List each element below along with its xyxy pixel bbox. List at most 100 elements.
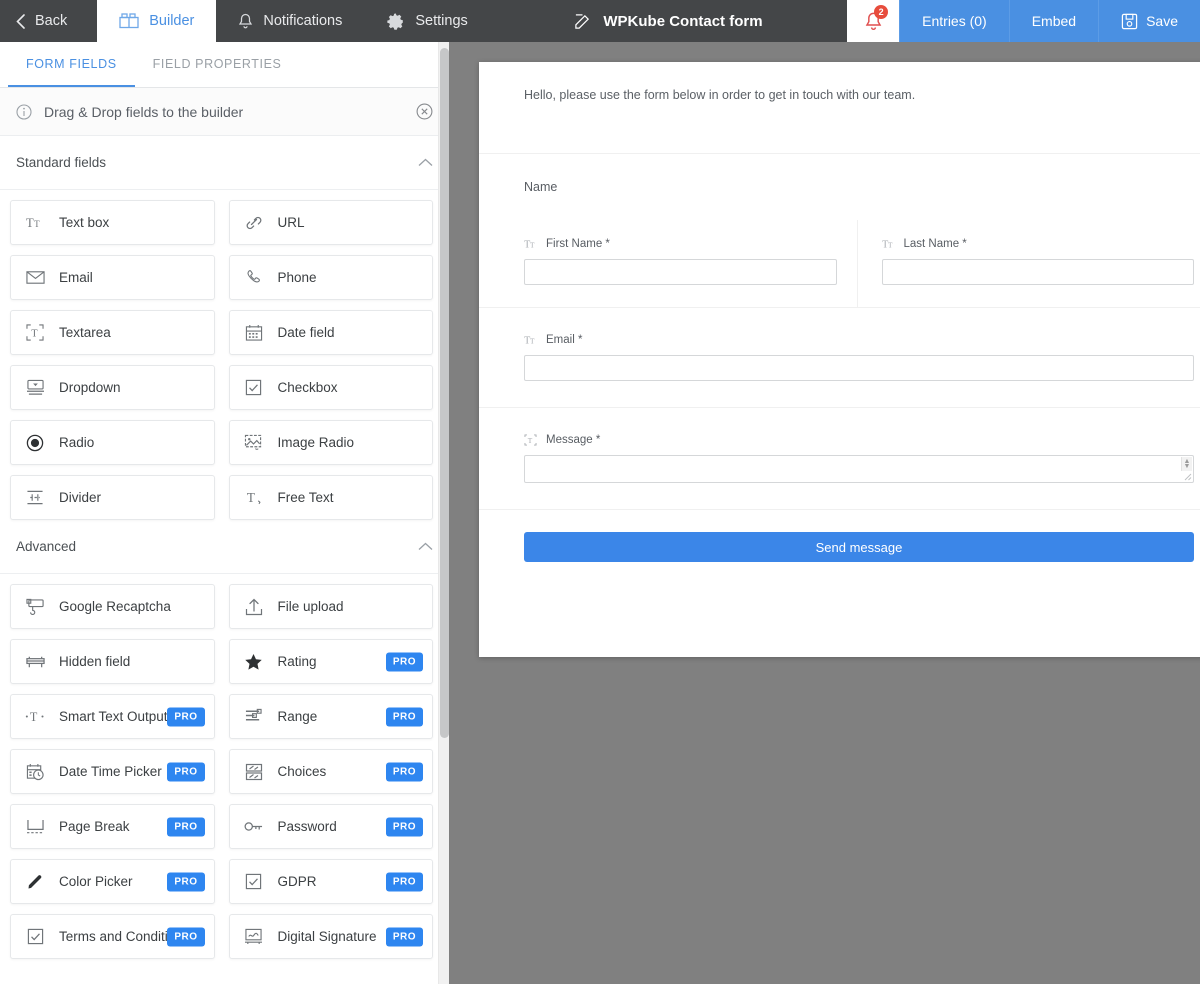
tab-form-fields[interactable]: FORM FIELDS — [8, 42, 135, 87]
field-card-choices[interactable]: Choices PRO — [228, 749, 433, 794]
svg-text:T: T — [888, 240, 893, 249]
textarea-spinner-icon[interactable]: ▲ ▼ — [1181, 457, 1192, 471]
field-card-terms-and-conditions[interactable]: Terms and Conditions PRO — [10, 914, 215, 959]
field-card-dropdown[interactable]: Dropdown — [10, 365, 215, 410]
svg-text:T: T — [246, 490, 254, 505]
sidebar-scrollbar[interactable] — [438, 42, 449, 984]
field-card-hidden-field[interactable]: Hidden field — [10, 639, 215, 684]
field-card-label: Textarea — [59, 325, 111, 340]
tab-field-properties[interactable]: FIELD PROPERTIES — [135, 42, 300, 87]
field-card-gdpr[interactable]: GDPR PRO — [228, 859, 433, 904]
pro-badge: PRO — [385, 652, 423, 671]
svg-text:T: T — [530, 240, 535, 249]
recaptcha-icon — [25, 598, 45, 616]
field-card-url[interactable]: URL — [228, 200, 433, 245]
pro-badge: PRO — [385, 707, 423, 726]
checkbox-icon — [244, 379, 264, 396]
field-card-label: Phone — [277, 270, 317, 285]
field-card-phone[interactable]: Phone — [228, 255, 433, 300]
field-card-label: Page Break — [59, 819, 130, 834]
field-card-date-time-picker[interactable]: Date Time Picker PRO — [10, 749, 215, 794]
calendar-icon — [244, 324, 264, 341]
field-card-label: Date field — [277, 325, 335, 340]
field-grid: T T Text box URL Email Phone T Textarea Date fie… — [0, 190, 449, 520]
tab-settings[interactable]: Settings — [364, 0, 489, 42]
save-button[interactable]: Save — [1098, 0, 1200, 42]
email-field-row[interactable]: TT Email * — [479, 308, 1200, 408]
field-card-email[interactable]: Email — [10, 255, 215, 300]
form-intro-row[interactable]: Hello, please use the form below in orde… — [479, 62, 1200, 154]
pro-badge: PRO — [385, 872, 423, 891]
radio-icon — [25, 434, 45, 452]
form-title[interactable]: WPKube Contact form — [490, 0, 847, 42]
hidden-field-icon — [25, 655, 45, 669]
form-preview-canvas[interactable]: Hello, please use the form below in orde… — [449, 42, 1200, 984]
entries-label: Entries (0) — [922, 13, 987, 29]
chevron-left-icon — [16, 13, 25, 29]
embed-button[interactable]: Embed — [1008, 0, 1099, 42]
name-group-row[interactable]: Name TT First Name * TT Last Name * — [479, 154, 1200, 308]
field-card-label: Google Recaptcha — [59, 599, 171, 614]
svg-text:T: T — [530, 336, 535, 345]
sidebar-scrollbar-thumb[interactable] — [440, 48, 449, 738]
notifications-bell-button[interactable]: 2 — [847, 0, 900, 42]
chevron-up-icon[interactable] — [418, 158, 433, 167]
field-card-text-box[interactable]: T T Text box — [10, 200, 215, 245]
last-name-input[interactable] — [881, 259, 1194, 285]
last-name-label: Last Name * — [903, 238, 967, 250]
field-card-smart-text-output[interactable]: T Smart Text Output PRO — [10, 694, 215, 739]
field-card-digital-signature[interactable]: Digital Signature PRO — [228, 914, 433, 959]
first-name-field[interactable]: TT First Name * — [524, 220, 857, 307]
tab-field-properties-label: FIELD PROPERTIES — [152, 56, 282, 71]
first-name-input[interactable] — [524, 259, 837, 285]
fields-scroll-area[interactable]: Standard fields T T Text box URL Email Phone T T… — [0, 136, 449, 984]
field-card-range[interactable]: Range PRO — [228, 694, 433, 739]
close-circle-icon[interactable] — [416, 103, 433, 120]
tab-builder[interactable]: Builder — [97, 0, 217, 42]
section-header-advanced[interactable]: Advanced — [0, 520, 449, 574]
field-card-divider[interactable]: Divider — [10, 475, 215, 520]
tab-notifications[interactable]: Notifications — [216, 0, 364, 42]
section-header-standard-fields[interactable]: Standard fields — [0, 136, 449, 190]
envelope-icon — [25, 270, 45, 285]
field-card-password[interactable]: Password PRO — [228, 804, 433, 849]
field-card-label: Smart Text Output — [59, 709, 168, 724]
chevron-up-icon[interactable] — [418, 542, 433, 551]
tab-settings-label: Settings — [415, 13, 468, 29]
field-card-checkbox[interactable]: Checkbox — [228, 365, 433, 410]
image-radio-icon — [244, 434, 264, 451]
field-card-textarea[interactable]: T Textarea — [10, 310, 215, 355]
checkbox-icon — [244, 873, 264, 890]
last-name-field[interactable]: TT Last Name * — [856, 220, 1194, 307]
field-card-label: GDPR — [277, 874, 317, 889]
message-textarea[interactable]: ▲ ▼ — [524, 455, 1194, 483]
field-card-label: Range — [277, 709, 318, 724]
entries-button[interactable]: Entries (0) — [899, 0, 1009, 42]
star-icon — [244, 653, 264, 671]
field-card-image-radio[interactable]: Image Radio — [228, 420, 433, 465]
save-label: Save — [1146, 13, 1178, 29]
link-icon — [244, 215, 264, 231]
field-card-date-field[interactable]: Date field — [228, 310, 433, 355]
pro-badge: PRO — [167, 817, 205, 836]
date-time-icon — [25, 763, 45, 781]
field-card-file-upload[interactable]: File upload — [228, 584, 433, 629]
message-label: Message * — [546, 434, 601, 446]
field-card-page-break[interactable]: Page Break PRO — [10, 804, 215, 849]
send-message-button[interactable]: Send message — [524, 532, 1194, 562]
textarea-resize-handle[interactable] — [1182, 471, 1192, 481]
field-card-google-recaptcha[interactable]: Google Recaptcha — [10, 584, 215, 629]
field-card-free-text[interactable]: T Free Text — [228, 475, 433, 520]
field-card-rating[interactable]: Rating PRO — [228, 639, 433, 684]
back-button[interactable]: Back — [0, 0, 97, 42]
email-input[interactable] — [524, 355, 1194, 381]
back-label: Back — [35, 13, 68, 29]
pro-badge: PRO — [385, 817, 423, 836]
field-card-radio[interactable]: Radio — [10, 420, 215, 465]
divider-icon — [25, 489, 45, 506]
text-box-icon: TT — [25, 216, 45, 230]
submit-row: Send message — [479, 510, 1200, 592]
field-card-color-picker[interactable]: Color Picker PRO — [10, 859, 215, 904]
choices-icon — [244, 763, 264, 781]
message-field-row[interactable]: T Message * ▲ ▼ — [479, 408, 1200, 510]
